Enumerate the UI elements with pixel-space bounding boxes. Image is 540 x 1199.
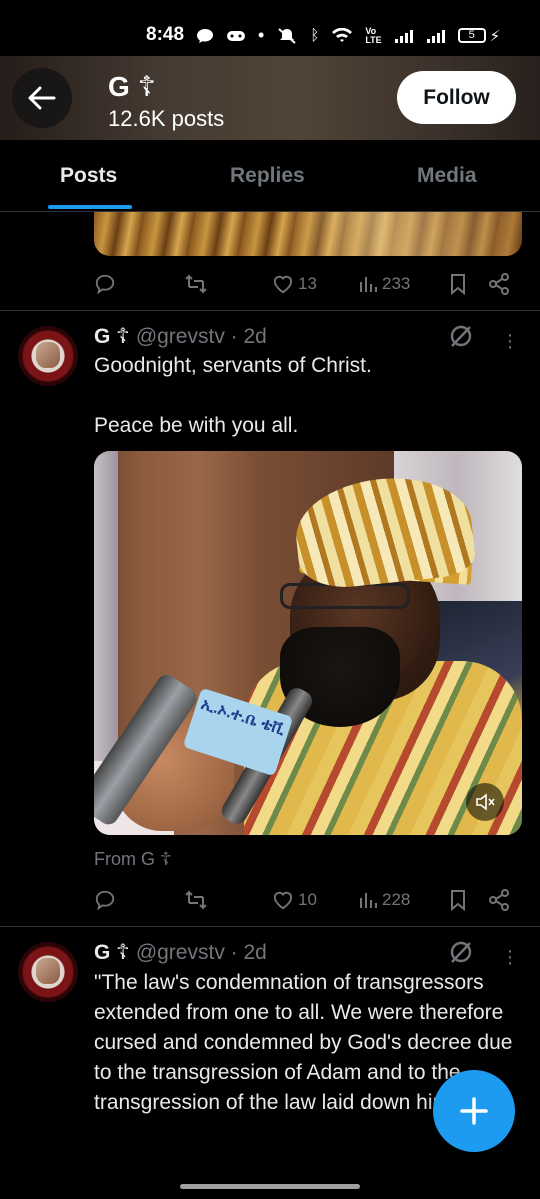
tweet-header: G ☦ @grevstv · 2d [94, 324, 267, 349]
heart-icon [273, 891, 293, 910]
bluetooth-icon: ᛒ [310, 27, 320, 44]
status-icons: • ᛒ Vo LTE 5 ⚡ [196, 25, 500, 46]
tab-replies[interactable]: Replies [230, 164, 305, 188]
reply-icon [95, 274, 115, 295]
game-controller-icon [227, 30, 245, 41]
more-options-icon[interactable]: · · · [500, 325, 520, 357]
plus-icon [460, 1097, 488, 1125]
tab-posts[interactable]: Posts [60, 164, 117, 188]
mute-button[interactable] [466, 783, 504, 821]
post-count: 12.6K posts [108, 106, 225, 131]
avatar[interactable] [18, 326, 78, 386]
like-count: 10 [298, 890, 317, 909]
chat-notification-icon [197, 28, 213, 43]
grok-icon[interactable] [448, 939, 474, 965]
like-button[interactable]: 10 [272, 890, 317, 910]
tab-media[interactable]: Media [417, 164, 477, 188]
post-divider [0, 310, 540, 311]
reply-button[interactable] [94, 889, 116, 911]
previous-post-actions: 13 233 [94, 269, 522, 299]
repost-button[interactable] [184, 273, 208, 295]
tweet-video[interactable]: ኢ.ኦ.ተ.ቤ ቴቪ [94, 451, 522, 835]
mute-notifications-icon [278, 27, 296, 44]
volte-icon: Vo LTE [365, 25, 382, 45]
bookmark-icon [451, 274, 465, 295]
home-indicator[interactable] [180, 1184, 360, 1189]
signal-icon-1 [394, 29, 413, 43]
repost-button[interactable] [184, 889, 208, 911]
status-bar: 8:48 • ᛒ Vo LTE 5 ⚡ [0, 0, 540, 56]
more-options-icon[interactable]: · · · [500, 941, 520, 973]
bookmark-button[interactable] [448, 889, 468, 911]
follow-button[interactable]: Follow [397, 71, 516, 124]
from-label[interactable]: From G ☦ [94, 849, 172, 870]
author-handle[interactable]: @grevstv · 2d [136, 941, 267, 965]
share-icon [489, 273, 509, 295]
arrow-left-icon [28, 86, 56, 110]
previous-post-image[interactable] [94, 212, 522, 256]
profile-header: G ☦ 12.6K posts Follow [0, 56, 540, 140]
bookmark-button[interactable] [448, 273, 468, 295]
reply-icon [95, 890, 115, 911]
heart-icon [273, 275, 293, 294]
repost-icon [185, 890, 207, 910]
tweet-text: Goodnight, servants of Christ. Peace be … [94, 354, 372, 437]
views-count: 233 [382, 274, 411, 293]
speaker-muted-icon [476, 793, 495, 811]
like-count: 13 [298, 274, 317, 293]
views-button[interactable]: 228 [358, 890, 410, 910]
views-button[interactable]: 233 [358, 274, 410, 294]
charging-icon: ⚡ [489, 27, 501, 45]
share-button[interactable] [488, 273, 510, 295]
battery-icon: 5 [457, 28, 486, 43]
author-handle[interactable]: @grevstv · 2d [136, 325, 267, 349]
avatar[interactable] [18, 942, 78, 1002]
views-count: 228 [382, 890, 411, 909]
views-icon [360, 277, 377, 292]
tweet-actions: 10 228 [94, 885, 522, 915]
views-icon [360, 893, 377, 908]
dot-icon: • [258, 25, 265, 45]
author-name[interactable]: G ☦ [94, 324, 130, 349]
bookmark-icon [451, 890, 465, 911]
like-button[interactable]: 13 [272, 274, 317, 294]
profile-name: G ☦ [108, 71, 156, 102]
tab-active-indicator [48, 205, 132, 209]
status-time: 8:48 [146, 24, 185, 45]
share-button[interactable] [488, 889, 510, 911]
wifi-icon [332, 27, 353, 42]
signal-icon-2 [426, 29, 445, 43]
reply-button[interactable] [94, 273, 116, 295]
repost-icon [185, 274, 207, 294]
grok-icon[interactable] [448, 323, 474, 349]
post-divider [0, 926, 540, 927]
compose-button[interactable] [433, 1070, 515, 1152]
profile-tabs: Posts Replies Media [0, 140, 540, 212]
author-name[interactable]: G ☦ [94, 940, 130, 965]
tweet-header: G ☦ @grevstv · 2d [94, 940, 267, 965]
share-icon [489, 889, 509, 911]
back-button[interactable] [12, 68, 72, 128]
